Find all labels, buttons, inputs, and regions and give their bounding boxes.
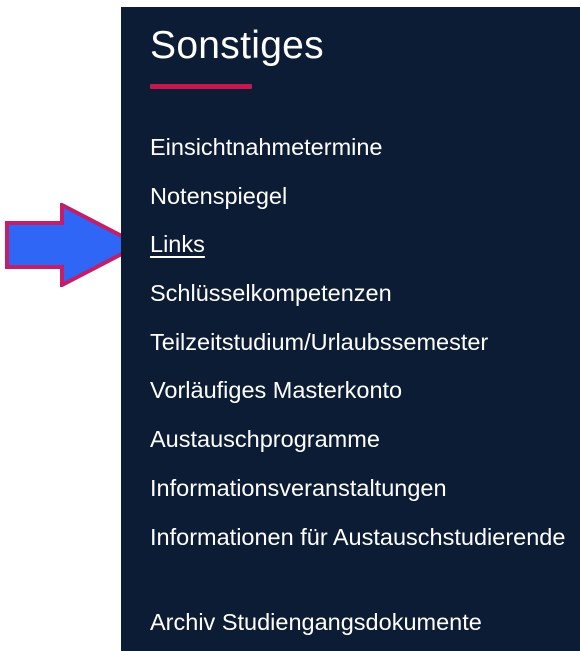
sidebar-link-austauschstudierende[interactable]: Informationen für Austauschstudierende [150,513,575,598]
sidebar-link-links[interactable]: Links [150,220,575,269]
sidebar-link-masterkonto[interactable]: Vorläufiges Masterkonto [150,366,575,415]
sidebar-link-schluesselkompetenzen[interactable]: Schlüsselkompetenzen [150,269,575,318]
sidebar-link-list: Einsichtnahmetermine Notenspiegel Links … [150,123,575,646]
sidebar-link-einsichtnahmetermine[interactable]: Einsichtnahmetermine [150,123,575,172]
page: Sonstiges Einsichtnahmetermine Notenspie… [0,0,580,651]
sidebar-link-notenspiegel[interactable]: Notenspiegel [150,172,575,221]
sidebar-link-teilzeitstudium[interactable]: Teilzeitstudium/Urlaubssemester [150,318,575,367]
sidebar-panel: Sonstiges Einsichtnahmetermine Notenspie… [121,7,580,651]
section-title: Sonstiges [150,24,324,67]
arrow-shape [5,203,142,287]
title-accent-underline [150,84,252,89]
sidebar-link-archiv[interactable]: Archiv Studiengangsdokumente [150,598,575,647]
sidebar-link-austauschprogramme[interactable]: Austauschprogramme [150,415,575,464]
sidebar-link-informationsveranstaltungen[interactable]: Informationsveranstaltungen [150,464,575,513]
